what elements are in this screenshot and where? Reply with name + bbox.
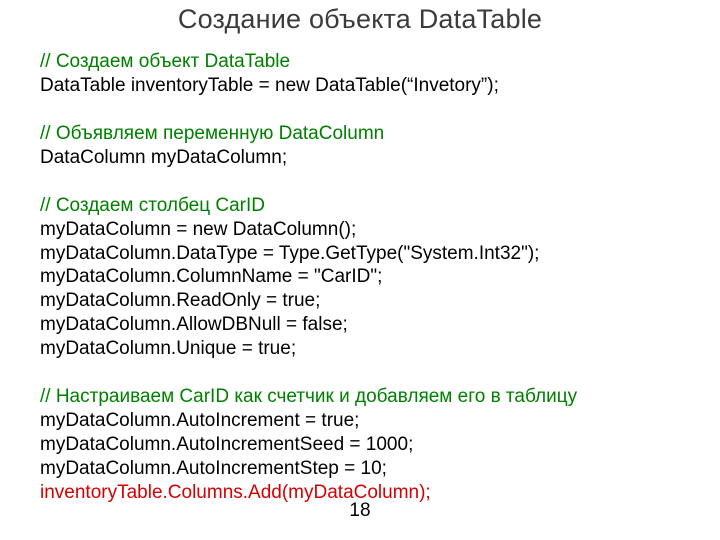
code-line: myDataColumn.DataType = Type.GetType("Sy… — [40, 242, 690, 266]
code-line: myDataColumn.AutoIncrementStep = 10; — [40, 457, 690, 481]
code-line: // Настраиваем CarID как счетчик и добав… — [40, 385, 690, 409]
code-line: myDataColumn = new DataColumn(); — [40, 218, 690, 242]
code-line: // Объявляем переменную DataColumn — [40, 122, 690, 146]
code-line: DataTable inventoryTable = new DataTable… — [40, 74, 690, 98]
code-line: myDataColumn.AllowDBNull = false; — [40, 313, 690, 337]
page-number: 18 — [0, 500, 720, 522]
code-line: myDataColumn.AutoIncrementSeed = 1000; — [40, 433, 690, 457]
slide-title: Создание объекта DataTable — [0, 4, 720, 35]
code-line — [40, 98, 690, 122]
code-block: // Создаем объект DataTableDataTable inv… — [40, 50, 690, 505]
code-line: myDataColumn.ReadOnly = true; — [40, 289, 690, 313]
slide: Создание объекта DataTable // Создаем об… — [0, 0, 720, 540]
code-line: // Создаем столбец CarID — [40, 194, 690, 218]
code-line — [40, 361, 690, 385]
code-line: // Создаем объект DataTable — [40, 50, 690, 74]
code-line: myDataColumn.ColumnName = "CarID"; — [40, 265, 690, 289]
code-line: myDataColumn.AutoIncrement = true; — [40, 409, 690, 433]
code-line — [40, 170, 690, 194]
code-line: myDataColumn.Unique = true; — [40, 337, 690, 361]
code-line: DataColumn myDataColumn; — [40, 146, 690, 170]
